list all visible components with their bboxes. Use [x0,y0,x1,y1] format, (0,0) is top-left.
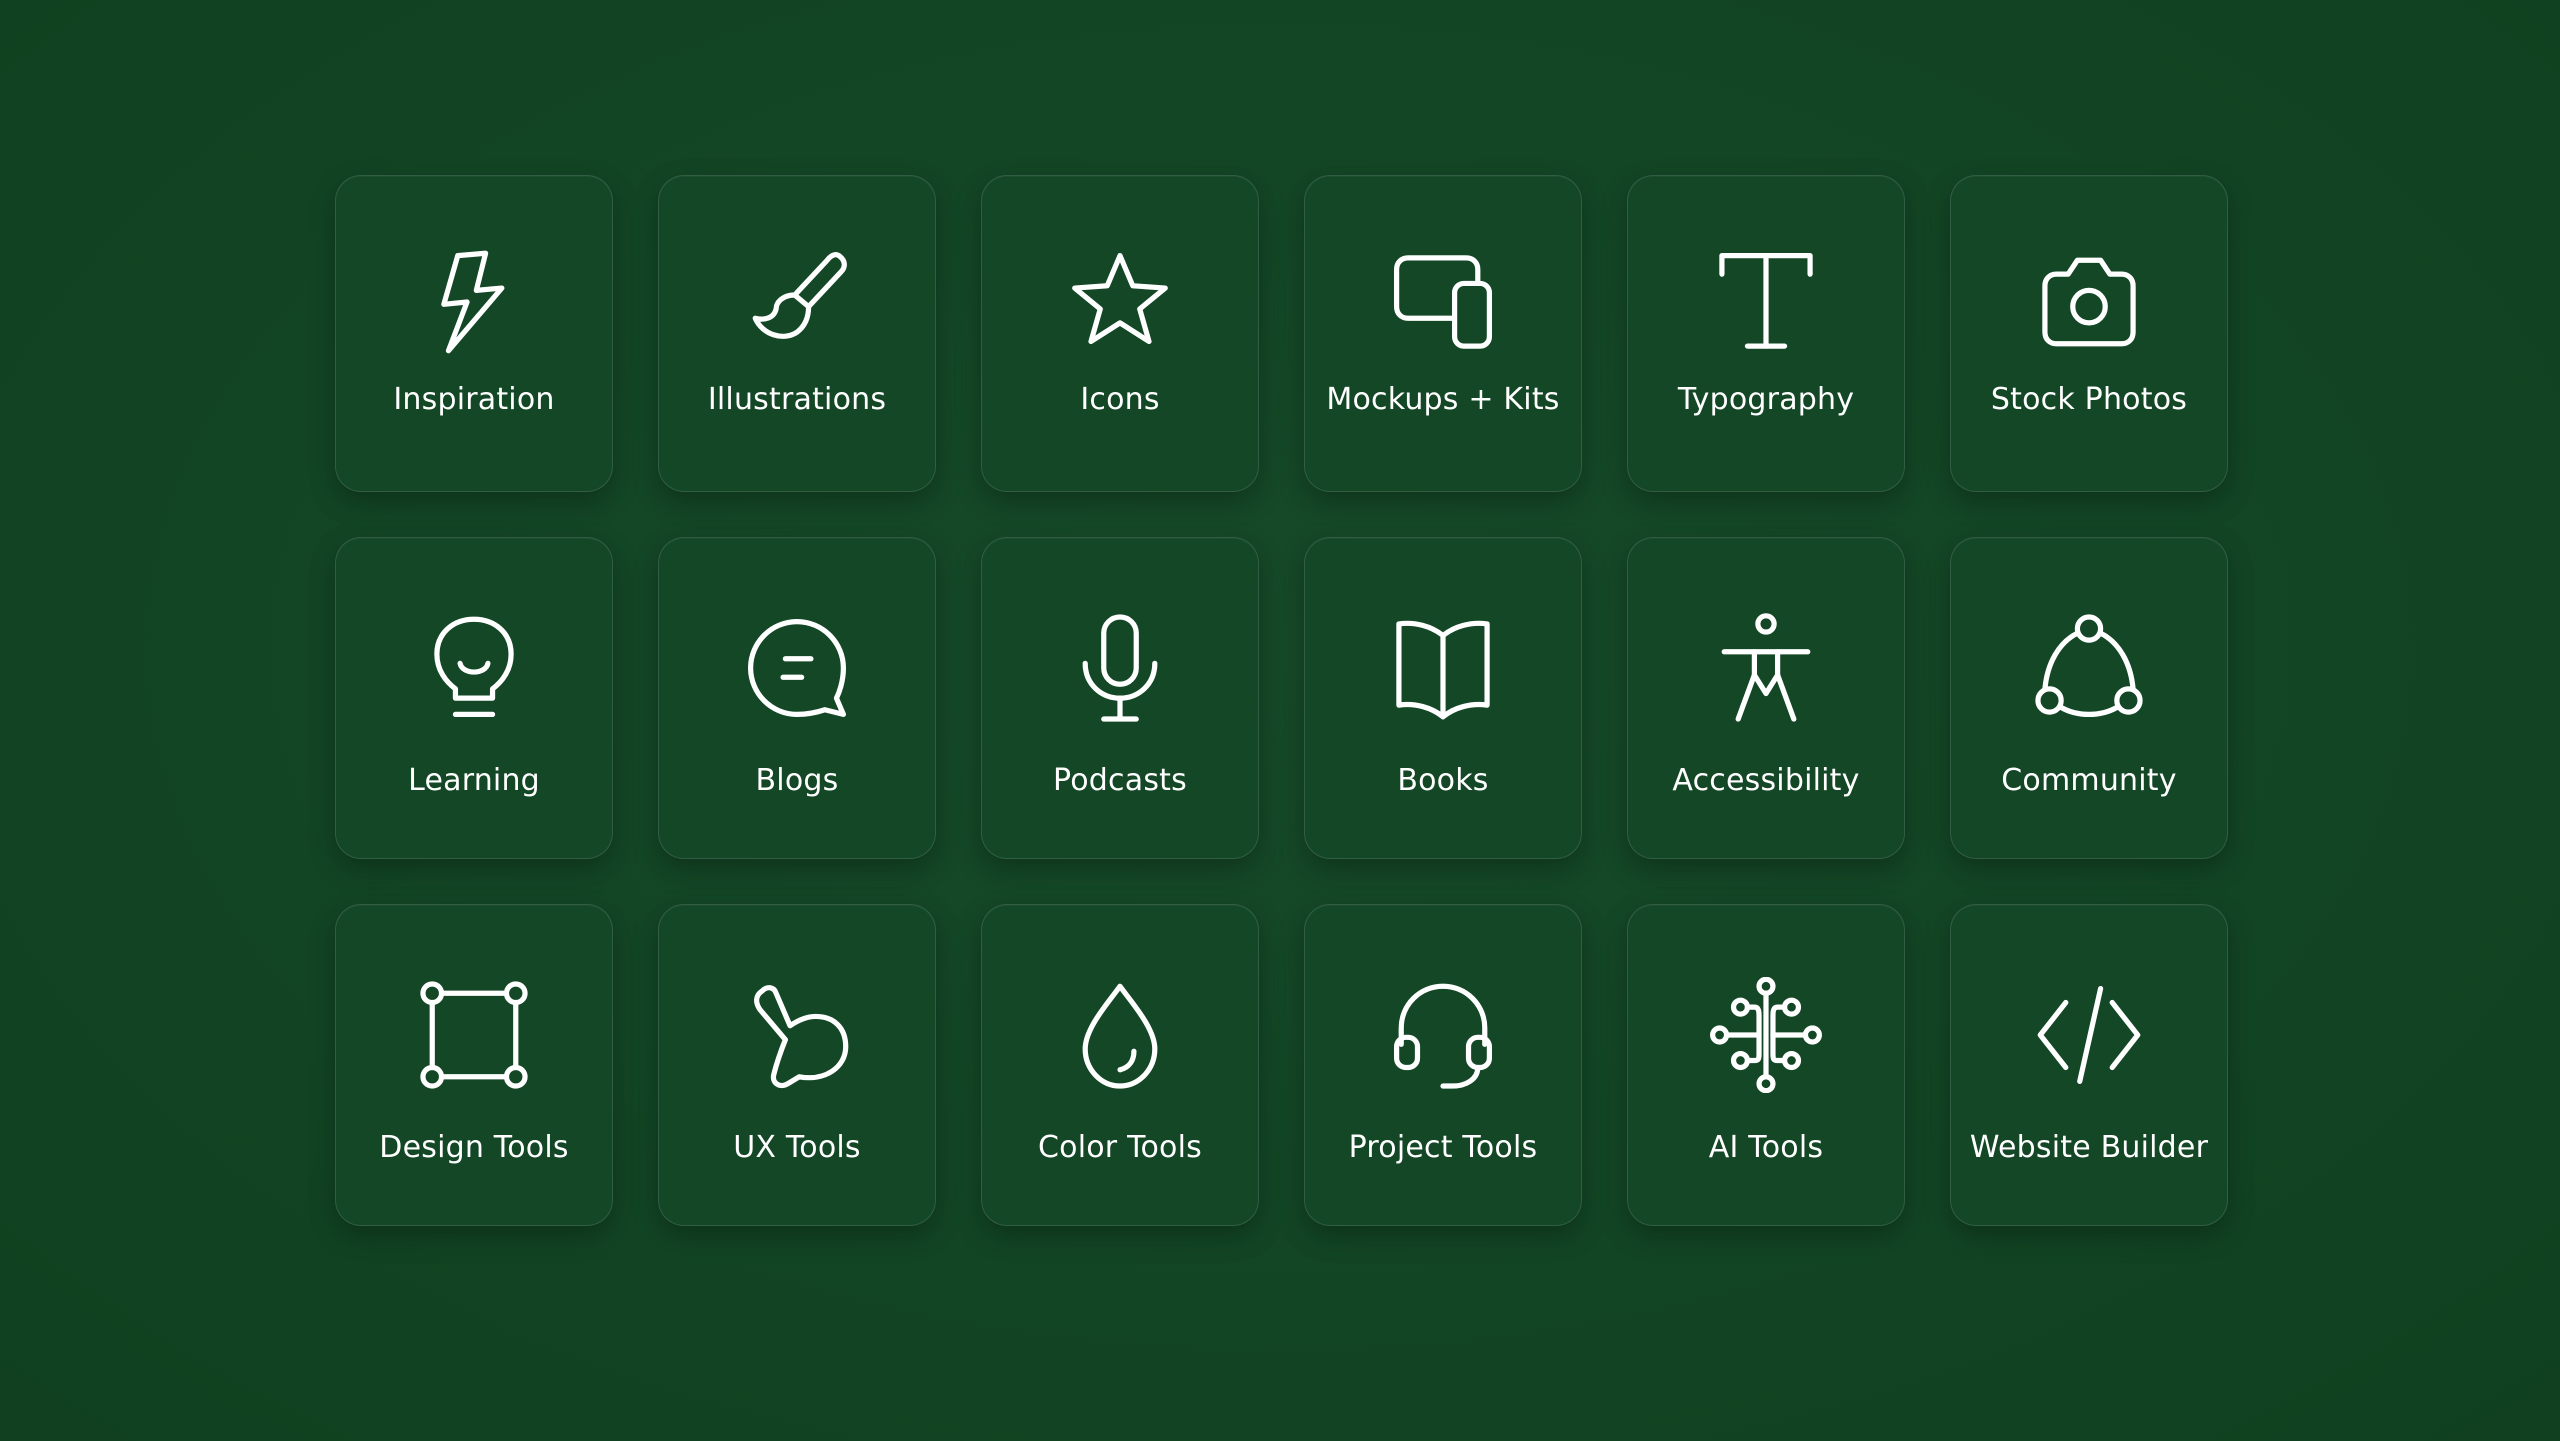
tile-community[interactable]: Community [1950,537,2228,859]
tile-typography[interactable]: Typography [1627,175,1905,492]
tile-label: Inspiration [393,382,555,417]
accessibility-person-icon [1708,610,1824,726]
star-icon [1062,244,1178,360]
tile-stock-photos[interactable]: Stock Photos [1950,175,2228,492]
open-book-icon [1385,610,1501,726]
tile-podcasts[interactable]: Podcasts [981,537,1259,859]
tile-icons[interactable]: Icons [981,175,1259,492]
tile-label: Books [1397,763,1489,798]
camera-icon [2031,244,2147,360]
community-nodes-icon [2031,610,2147,726]
headset-icon [1385,977,1501,1093]
code-brackets-icon [2031,977,2147,1093]
tile-project-tools[interactable]: Project Tools [1304,904,1582,1226]
tile-label: Mockups + Kits [1326,382,1560,417]
tile-label: Illustrations [707,382,887,417]
tile-ux-tools[interactable]: UX Tools [658,904,936,1226]
tile-label: Stock Photos [1990,382,2188,417]
tile-label: Website Builder [1969,1130,2209,1165]
tile-illustrations[interactable]: Illustrations [658,175,936,492]
tile-accessibility[interactable]: Accessibility [1627,537,1905,859]
chat-bubble-icon [739,610,855,726]
tile-mockups-kits[interactable]: Mockups + Kits [1304,175,1582,492]
tile-label: Community [2001,763,2177,798]
tile-label: Typography [1677,382,1855,417]
resources-page: Inspiration Illustrations Icons Mockups … [0,0,2560,1441]
tile-label: Blogs [755,763,839,798]
color-drop-icon [1062,977,1178,1093]
tile-learning[interactable]: Learning [335,537,613,859]
tile-label: Icons [1080,382,1160,417]
tile-label: Accessibility [1672,763,1860,798]
paint-brush-icon [739,244,855,360]
devices-icon [1385,244,1501,360]
tile-blogs[interactable]: Blogs [658,537,936,859]
tile-design-tools[interactable]: Design Tools [335,904,613,1226]
microphone-icon [1062,610,1178,726]
ai-circuit-icon [1708,977,1824,1093]
tile-inspiration[interactable]: Inspiration [335,175,613,492]
tile-label: UX Tools [733,1130,861,1165]
tile-ai-tools[interactable]: AI Tools [1627,904,1905,1226]
tile-label: Learning [408,763,540,798]
tile-color-tools[interactable]: Color Tools [981,904,1259,1226]
tile-label: Color Tools [1038,1130,1202,1165]
tile-books[interactable]: Books [1304,537,1582,859]
tile-website-builder[interactable]: Website Builder [1950,904,2228,1226]
pointer-hand-icon [739,977,855,1093]
tile-label: Project Tools [1348,1130,1538,1165]
letter-t-icon [1708,244,1824,360]
lightning-bolt-icon [416,244,532,360]
lightbulb-icon [416,610,532,726]
tile-label: Podcasts [1053,763,1187,798]
category-grid: Inspiration Illustrations Icons Mockups … [335,175,2228,1226]
vector-frame-icon [416,977,532,1093]
tile-label: AI Tools [1708,1130,1824,1165]
tile-label: Design Tools [379,1130,569,1165]
